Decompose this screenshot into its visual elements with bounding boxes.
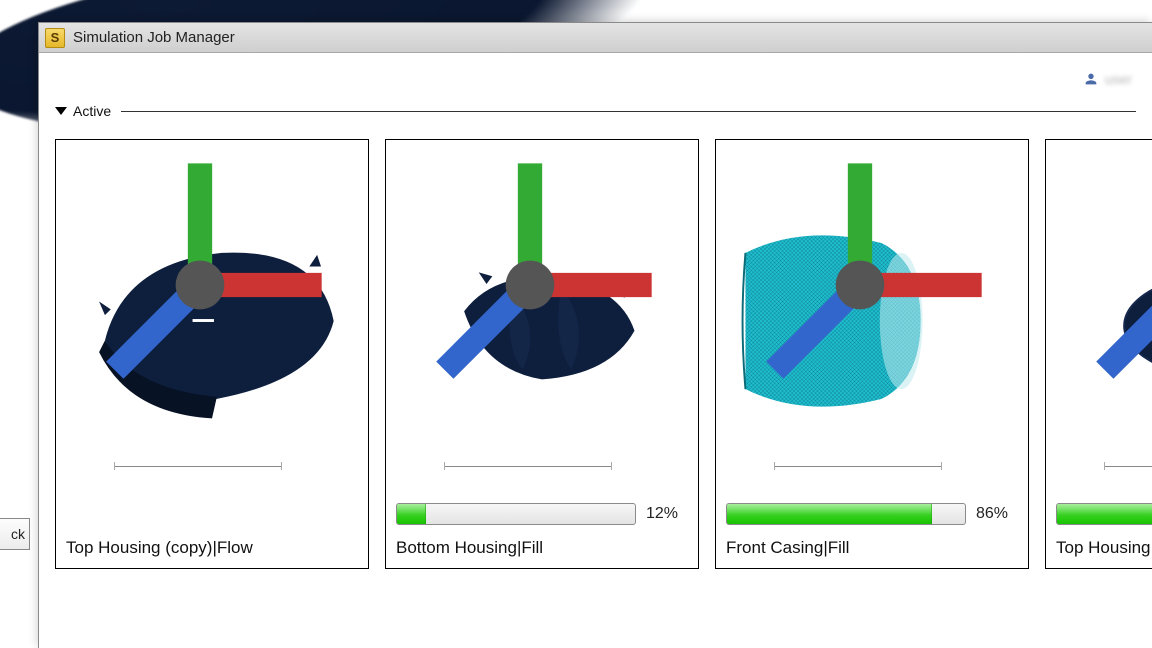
job-name: Bottom Housing|Fill xyxy=(396,538,688,558)
progress-bar xyxy=(726,503,966,525)
triad-icon xyxy=(54,110,346,460)
job-name: Top Housing xyxy=(1056,538,1152,558)
progress-bar xyxy=(1056,503,1152,525)
progress-fill xyxy=(727,504,932,524)
window-title: Simulation Job Manager xyxy=(73,29,235,46)
job-cards: Top Housing (copy)|Flow xyxy=(55,139,1136,569)
scale-bar xyxy=(734,462,982,472)
progress-pct: 86% xyxy=(976,505,1018,523)
app-icon-letter: S xyxy=(51,30,60,45)
triad-icon xyxy=(384,110,676,460)
scale-bar xyxy=(74,462,322,472)
progress-pct: 12% xyxy=(646,505,688,523)
cropped-button-label: ck xyxy=(11,526,25,542)
progress-fill xyxy=(1057,504,1152,524)
window-client: user Active xyxy=(39,53,1152,648)
triad-icon xyxy=(714,110,1006,460)
job-progress-row: 12% xyxy=(396,502,688,526)
progress-fill xyxy=(397,504,426,524)
scale-bar xyxy=(1064,462,1152,472)
job-preview xyxy=(726,146,1018,496)
job-name: Top Housing (copy)|Flow xyxy=(66,538,358,558)
job-card[interactable]: Top Housing (copy)|Flow xyxy=(55,139,369,569)
job-progress-row: 86% xyxy=(726,502,1018,526)
job-card[interactable]: 86% Front Casing|Fill xyxy=(715,139,1029,569)
job-preview xyxy=(1056,146,1152,496)
progress-bar xyxy=(396,503,636,525)
job-preview xyxy=(396,146,688,496)
app-icon: S xyxy=(45,28,65,48)
simulation-job-manager-window: S Simulation Job Manager user Active xyxy=(38,22,1152,648)
triad-icon xyxy=(1044,110,1152,460)
cropped-button[interactable]: ck xyxy=(0,518,30,550)
user-label: user xyxy=(1105,71,1132,87)
job-name: Front Casing|Fill xyxy=(726,538,1018,558)
job-card[interactable]: Top Housing xyxy=(1045,139,1152,569)
job-preview xyxy=(66,146,358,496)
job-card[interactable]: 12% Bottom Housing|Fill xyxy=(385,139,699,569)
titlebar[interactable]: S Simulation Job Manager xyxy=(39,23,1152,53)
scale-bar xyxy=(404,462,652,472)
user-icon xyxy=(1083,71,1099,87)
user-account-button[interactable]: user xyxy=(55,65,1136,93)
job-progress-row xyxy=(1056,502,1152,526)
